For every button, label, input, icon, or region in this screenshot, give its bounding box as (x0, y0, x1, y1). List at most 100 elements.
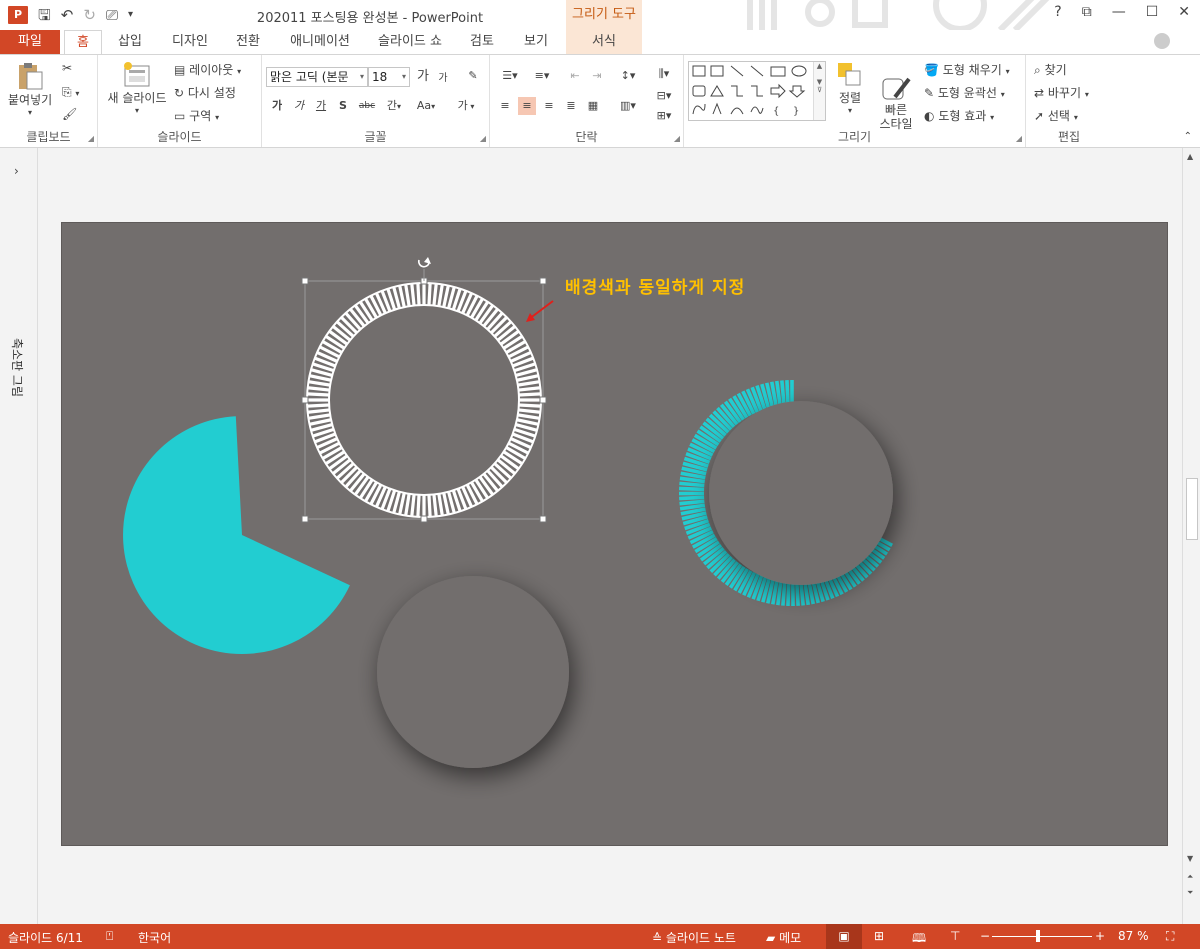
tab-animations[interactable]: 애니메이션 (282, 30, 358, 54)
columns-icon[interactable]: ▥▾ (614, 97, 642, 115)
copy-icon[interactable]: ⎘ ▾ (62, 85, 79, 100)
underline-button[interactable]: 가 (312, 97, 330, 115)
previous-slide-icon[interactable]: ⏶ (1187, 872, 1193, 882)
slide-sorter-icon[interactable]: ⊞ (874, 929, 884, 943)
reading-view-icon[interactable]: 🕮 (912, 929, 926, 949)
resize-handle[interactable] (301, 396, 309, 404)
language-indicator[interactable]: 한국어 (138, 929, 171, 946)
slide-canvas[interactable]: 배경색과 동일하게 지정 (61, 222, 1168, 846)
tab-design[interactable]: 디자인 (164, 30, 216, 54)
maximize-icon[interactable]: ☐ (1146, 4, 1159, 20)
layout-button[interactable]: ▤ 레이아웃 ▾ (174, 61, 241, 78)
cut-icon[interactable]: ✂ (62, 61, 72, 75)
justify-icon[interactable]: ≣ (562, 97, 580, 115)
shape-fill-button[interactable]: 🪣 도형 채우기 ▾ (924, 61, 1010, 78)
slideshow-view-icon[interactable]: ⊤ (950, 929, 960, 943)
font-launcher-icon[interactable]: ◢ (480, 134, 486, 143)
zoom-level[interactable]: 87 % (1118, 929, 1149, 943)
reset-button[interactable]: ↻ 다시 설정 (174, 84, 236, 101)
align-text-icon[interactable]: ⊟▾ (650, 87, 678, 105)
comments-button[interactable]: ▰ 메모 (766, 929, 801, 946)
thumbnail-pane-label[interactable]: 축소판 그림 (9, 338, 26, 397)
zoom-slider-thumb[interactable] (1036, 930, 1040, 942)
paste-button[interactable]: 붙여넣기 ▾ (8, 61, 52, 117)
font-name-combobox[interactable]: 맑은 고딕 (본문 ▾ (266, 67, 368, 87)
tab-transitions[interactable]: 전환 (226, 30, 270, 54)
vertical-scrollbar[interactable]: ▲ ▼ ⏶ ⏷ (1182, 148, 1200, 924)
font-size-combobox[interactable]: 18 ▾ (368, 67, 410, 87)
bullets-icon[interactable]: ☰▾ (496, 67, 524, 85)
arrange-button[interactable]: 정렬 ▾ (832, 61, 868, 115)
resize-handle[interactable] (539, 396, 547, 404)
resize-handle[interactable] (301, 515, 309, 523)
expand-chevron-icon[interactable]: › (14, 164, 19, 178)
collapse-ribbon-icon[interactable]: ⌃ (1184, 131, 1192, 142)
tab-view[interactable]: 보기 (514, 30, 558, 54)
shapes-gallery[interactable]: {} ▲ ▼ ⊽ (688, 61, 826, 121)
drawing-launcher-icon[interactable]: ◢ (1016, 134, 1022, 143)
italic-button[interactable]: 가 (290, 97, 308, 115)
fit-slide-icon[interactable]: ⛶ (1166, 929, 1174, 944)
zoom-out-icon[interactable]: − (980, 929, 990, 943)
shape-effects-button[interactable]: ◐ 도형 효과 ▾ (924, 107, 994, 124)
next-slide-icon[interactable]: ⏷ (1187, 888, 1193, 898)
help-icon[interactable]: ? (1054, 4, 1061, 20)
find-button[interactable]: ⌕ 찾기 (1034, 61, 1067, 78)
scroll-up-icon[interactable]: ▲ (1187, 152, 1193, 161)
selection-handles[interactable] (301, 277, 547, 523)
resize-handle[interactable] (539, 515, 547, 523)
select-button[interactable]: ➚ 선택 ▾ (1034, 107, 1078, 124)
slide-annotation-text[interactable]: 배경색과 동일하게 지정 (565, 273, 745, 298)
distributed-icon[interactable]: ▦ (584, 97, 602, 115)
tab-slideshow[interactable]: 슬라이드 쇼 (370, 30, 450, 54)
change-case-button[interactable]: Aa▾ (412, 97, 440, 115)
text-direction-icon[interactable]: ⫼▾ (650, 65, 678, 83)
resize-handle[interactable] (539, 277, 547, 285)
scroll-down-icon[interactable]: ▼ (1187, 854, 1193, 863)
tab-insert[interactable]: 삽입 (108, 30, 152, 54)
spell-check-icon[interactable]: ⍞ (106, 929, 113, 944)
shapes-gallery-scrollbar[interactable]: ▲ ▼ ⊽ (813, 62, 825, 120)
char-spacing-button[interactable]: 간▾ (380, 97, 408, 115)
rotate-handle-icon[interactable] (417, 257, 431, 281)
replace-button[interactable]: ⇄ 바꾸기 ▾ (1034, 84, 1089, 101)
bold-button[interactable]: 가 (268, 97, 286, 115)
clipboard-launcher-icon[interactable]: ◢ (88, 134, 94, 143)
white-tick-ring-shape[interactable] (306, 282, 542, 518)
align-left-icon[interactable]: ≡ (496, 97, 514, 115)
resize-handle[interactable] (301, 277, 309, 285)
cyan-pie-shape[interactable] (123, 416, 350, 655)
new-slide-button[interactable]: 새 슬라이드 ▾ (104, 61, 170, 115)
notes-button[interactable]: ≙ 슬라이드 노트 (652, 929, 736, 946)
shape-outline-button[interactable]: ✎ 도형 윤곽선 ▾ (924, 84, 1005, 101)
paragraph-launcher-icon[interactable]: ◢ (674, 134, 680, 143)
scroll-thumb[interactable] (1186, 478, 1198, 540)
shrink-font-button[interactable]: 가 (434, 70, 452, 88)
increase-indent-icon[interactable]: ⇥ (588, 67, 606, 85)
resize-handle[interactable] (420, 515, 428, 523)
zoom-in-icon[interactable]: + (1095, 929, 1105, 943)
ribbon-display-icon[interactable]: ⧉ (1082, 4, 1092, 20)
tab-review[interactable]: 검토 (462, 30, 502, 54)
minimize-icon[interactable]: — (1112, 4, 1126, 20)
decrease-indent-icon[interactable]: ⇤ (566, 67, 584, 85)
close-icon[interactable]: ✕ (1178, 4, 1190, 20)
shadowed-circle-shape[interactable] (377, 576, 569, 768)
account-avatar[interactable] (1154, 33, 1170, 49)
tab-home[interactable]: 홈 (64, 30, 102, 55)
strikethrough-button[interactable]: abc (356, 97, 378, 115)
background-cover-circle-shape[interactable] (709, 401, 893, 585)
smartart-icon[interactable]: ⊞▾ (650, 107, 678, 125)
font-color-button[interactable]: 가 ▾ (452, 97, 480, 115)
line-spacing-icon[interactable]: ↕▾ (614, 67, 642, 85)
align-center-icon[interactable]: ≡ (518, 97, 536, 115)
section-button[interactable]: ▭ 구역 ▾ (174, 107, 219, 124)
shadow-button[interactable]: S (334, 97, 352, 115)
clear-format-icon[interactable]: ✎ (464, 67, 482, 85)
tab-file[interactable]: 파일 (0, 30, 60, 54)
align-right-icon[interactable]: ≡ (540, 97, 558, 115)
zoom-slider-track[interactable] (992, 936, 1092, 937)
normal-view-icon[interactable]: ▣ (826, 924, 862, 949)
grow-font-button[interactable]: 가 (414, 68, 432, 86)
numbering-icon[interactable]: ≡▾ (528, 67, 556, 85)
